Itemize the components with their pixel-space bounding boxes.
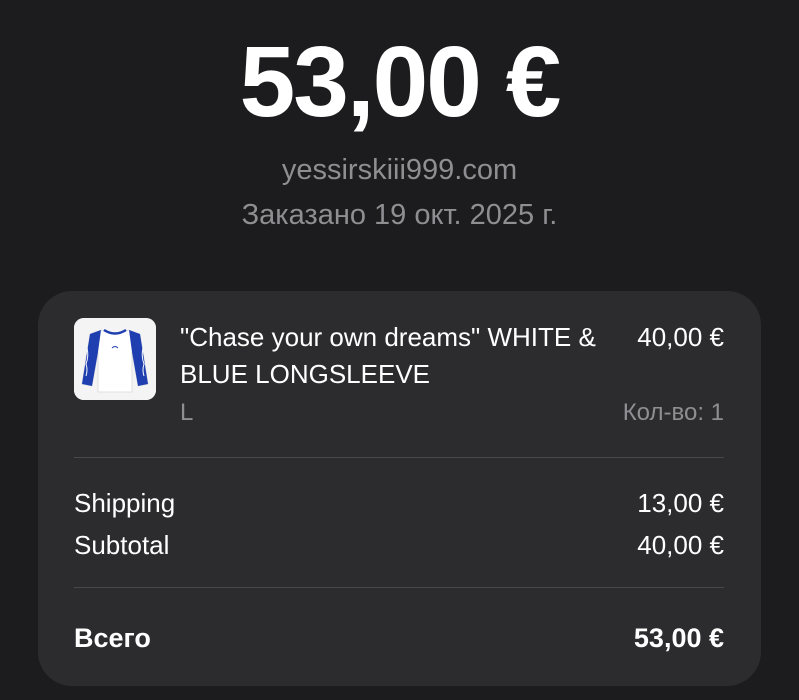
shipping-value: 13,00 € bbox=[637, 488, 724, 518]
order-total-amount: 53,00 € bbox=[239, 26, 562, 138]
total-value: 53,00 € bbox=[633, 623, 724, 653]
product-thumbnail[interactable] bbox=[74, 318, 156, 400]
order-details-card: "Chase your own dreams" WHITE & BLUE LON… bbox=[38, 291, 761, 686]
order-date: Заказано 19 окт. 2025 г. bbox=[241, 199, 558, 231]
product-title[interactable]: "Chase your own dreams" WHITE & BLUE LON… bbox=[180, 319, 620, 393]
product-quantity: Кол-во: 1 bbox=[622, 399, 724, 426]
divider bbox=[74, 587, 724, 588]
product-price: 40,00 € bbox=[637, 322, 724, 352]
product-size: L bbox=[180, 399, 194, 426]
total-label: Всего bbox=[74, 623, 151, 653]
subtotal-label: Subtotal bbox=[74, 530, 170, 560]
longsleeve-shirt-icon bbox=[74, 318, 156, 400]
order-receipt-screen: 53,00 € yessirskiii999.com Заказано 19 о… bbox=[0, 0, 799, 700]
merchant-link[interactable]: yessirskiii999.com bbox=[0, 152, 799, 188]
shipping-label: Shipping bbox=[74, 488, 176, 518]
divider bbox=[74, 457, 724, 458]
subtotal-value: 40,00 € bbox=[637, 530, 724, 560]
